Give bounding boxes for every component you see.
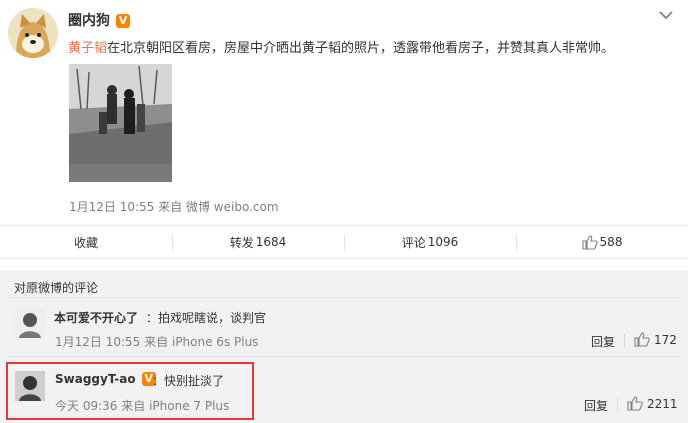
comment-like-button[interactable]: 172	[634, 332, 677, 347]
comments-title: 对原微博的评论	[14, 281, 99, 295]
post-menu-chevron-down-icon[interactable]	[656, 6, 676, 24]
post-text: 黄子韬在北京朝阳区看房，房屋中介晒出黄子韬的照片，透露带他看房子，并赞其真人非常…	[68, 37, 614, 56]
mention-link[interactable]: 黄子韬	[68, 41, 107, 56]
favorite-button[interactable]: 收藏	[0, 226, 172, 258]
post-source[interactable]: 微博 weibo.com	[186, 200, 279, 214]
action-bar: 收藏 转发 1684 评论 1096 588	[0, 225, 688, 259]
separator	[617, 398, 618, 412]
comment-source[interactable]: iPhone 6s Plus	[172, 335, 258, 349]
comment-button[interactable]: 评论 1096	[344, 226, 516, 258]
comment-meta: 1月12日 10:55 来自 iPhone 6s Plus	[55, 333, 258, 350]
comment-label: 评论	[401, 235, 426, 250]
comment-avatar[interactable]	[15, 308, 45, 338]
highlight-annotation-box	[6, 362, 254, 420]
comment-text: ：拍戏呢瞎说，谈判官	[146, 311, 267, 325]
divider	[8, 297, 680, 298]
reply-button[interactable]: 回复	[591, 333, 615, 350]
separator	[624, 334, 625, 348]
post-photo[interactable]	[69, 64, 172, 182]
reply-button[interactable]: 回复	[584, 397, 608, 414]
shiba-dog-avatar-icon	[8, 8, 58, 58]
comment-source-prefix: 来自	[144, 335, 169, 349]
comment-time: 1月12日 10:55	[55, 335, 141, 349]
thumbs-up-icon	[581, 234, 598, 250]
comment-like-button[interactable]: 2211	[627, 396, 678, 411]
author-name-text[interactable]: 圈内狗	[68, 13, 110, 29]
repost-label: 转发	[229, 235, 254, 250]
repost-button[interactable]: 转发 1684	[172, 226, 344, 258]
verified-badge-icon: V	[116, 14, 130, 28]
post-time[interactable]: 1月12日 10:55	[69, 200, 154, 214]
comment-like-count: 172	[654, 332, 677, 347]
favorite-label: 收藏	[73, 235, 98, 250]
repost-count: 1684	[255, 235, 287, 249]
post-meta: 1月12日 10:55 来自 微博 weibo.com	[69, 198, 279, 215]
post-source-prefix: 来自	[158, 200, 183, 214]
comment-like-count: 2211	[647, 396, 678, 411]
author-avatar[interactable]	[8, 8, 58, 58]
comment-author[interactable]: 本可爱不开心了	[54, 309, 138, 326]
author-name[interactable]: 圈内狗 V	[68, 10, 130, 30]
like-button[interactable]: 588	[516, 226, 688, 258]
post-body: 在北京朝阳区看房，房屋中介晒出黄子韬的照片，透露带他看房子，并赞其真人非常帅。	[107, 41, 615, 56]
like-count: 588	[599, 235, 623, 249]
thumbs-up-icon	[627, 396, 643, 411]
comment-count: 1096	[427, 235, 459, 249]
thumbs-up-icon	[634, 332, 650, 347]
divider	[8, 356, 680, 357]
